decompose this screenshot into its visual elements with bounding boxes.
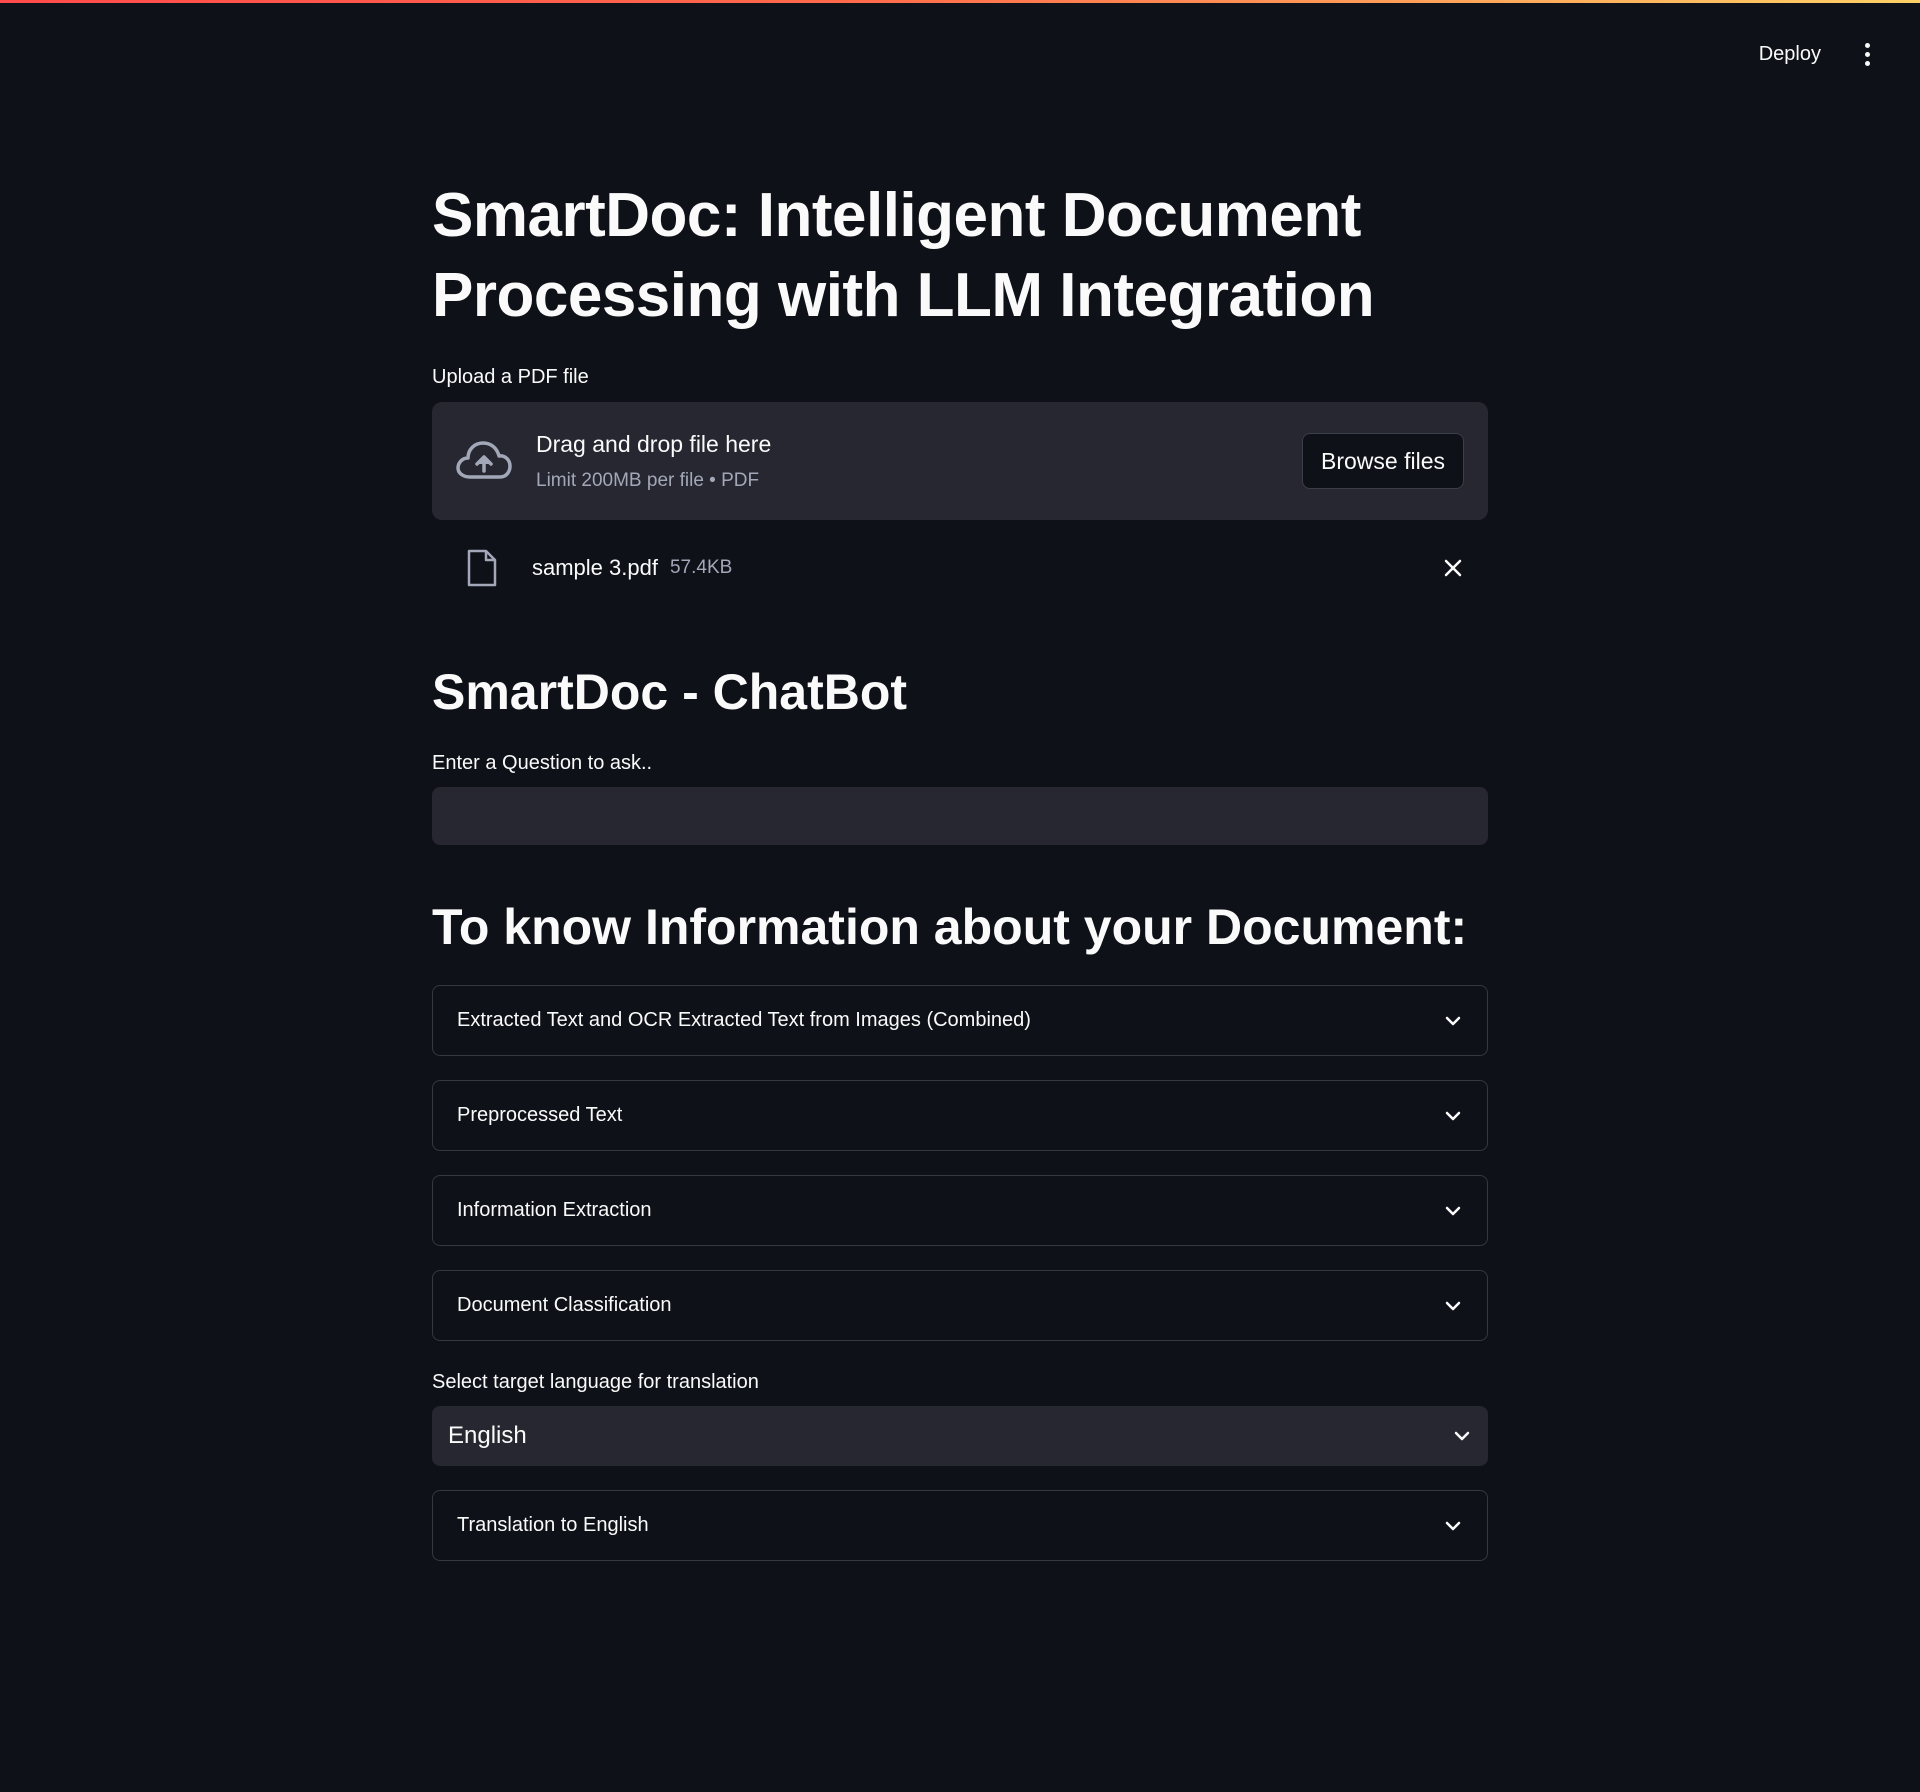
expander-translation[interactable]: Translation to English bbox=[432, 1490, 1488, 1561]
expander-label: Document Classification bbox=[457, 1294, 672, 1316]
browse-files-button[interactable]: Browse files bbox=[1302, 433, 1464, 489]
chevron-down-icon bbox=[1445, 1016, 1461, 1025]
chevron-down-icon bbox=[1445, 1111, 1461, 1120]
page-title: SmartDoc: Intelligent Document Processin… bbox=[432, 181, 1375, 330]
uploaded-file-row: sample 3.pdf 57.4KB bbox=[432, 546, 1488, 590]
uploaded-file-size: 57.4KB bbox=[669, 557, 733, 578]
cloud-upload-icon bbox=[456, 433, 512, 489]
document-info-heading: To know Information about your Document: bbox=[432, 899, 1468, 955]
language-select-value: English bbox=[448, 1422, 527, 1449]
expander-list: Extracted Text and OCR Extracted Text fr… bbox=[432, 985, 1488, 1341]
question-label: Enter a Question to ask.. bbox=[432, 752, 653, 774]
chatbot-heading: SmartDoc - ChatBot bbox=[432, 664, 908, 720]
chevron-down-icon bbox=[1445, 1521, 1461, 1530]
expander-label: Extracted Text and OCR Extracted Text fr… bbox=[457, 1009, 1031, 1031]
expander-label: Preprocessed Text bbox=[457, 1104, 623, 1126]
app-header: Deploy bbox=[1751, 28, 1880, 80]
expander-preprocessed-text[interactable]: Preprocessed Text bbox=[432, 1080, 1488, 1151]
chevron-down-icon bbox=[1445, 1206, 1461, 1215]
top-decoration-bar bbox=[0, 0, 1920, 3]
dropzone-title: Drag and drop file here bbox=[536, 430, 772, 457]
file-dropzone[interactable]: Drag and drop file here Limit 200MB per … bbox=[432, 402, 1488, 520]
close-icon[interactable] bbox=[1442, 557, 1464, 579]
chevron-down-icon bbox=[1445, 1301, 1461, 1310]
expander-label: Translation to English bbox=[457, 1514, 649, 1536]
language-select-label: Select target language for translation bbox=[432, 1371, 759, 1393]
chevron-down-icon bbox=[1454, 1431, 1470, 1441]
expander-document-classification[interactable]: Document Classification bbox=[432, 1270, 1488, 1341]
question-input[interactable] bbox=[432, 787, 1488, 845]
expander-extracted-text[interactable]: Extracted Text and OCR Extracted Text fr… bbox=[432, 985, 1488, 1056]
uploaded-file-name: sample 3.pdf bbox=[532, 555, 658, 580]
language-select[interactable]: English bbox=[432, 1406, 1488, 1466]
main-content: SmartDoc: Intelligent Document Processin… bbox=[432, 176, 1488, 1561]
expander-information-extraction[interactable]: Information Extraction bbox=[432, 1175, 1488, 1246]
deploy-button[interactable]: Deploy bbox=[1751, 37, 1829, 72]
dropzone-limit-text: Limit 200MB per file • PDF bbox=[536, 469, 760, 491]
upload-label: Upload a PDF file bbox=[432, 366, 589, 388]
expander-label: Information Extraction bbox=[457, 1199, 652, 1221]
file-icon bbox=[467, 549, 497, 587]
kebab-menu-icon[interactable] bbox=[1855, 37, 1880, 72]
